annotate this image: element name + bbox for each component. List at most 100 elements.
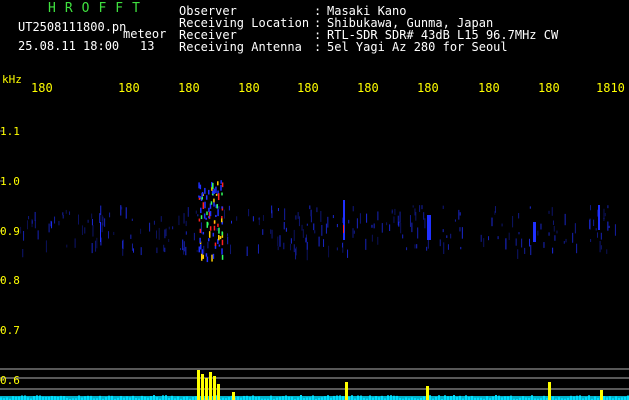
noise-streak [283,242,285,250]
x-tick-label: 180 [297,81,319,95]
noise-streak [552,220,554,225]
level-bar [120,395,122,400]
level-bar [579,395,581,400]
level-bar [450,395,452,400]
meteor-echo [200,253,203,261]
meteor-echo [211,254,213,262]
level-bar [576,395,578,400]
meteor-echo [221,239,224,246]
noise-streak [518,213,520,219]
noise-streak [548,210,550,214]
noise-streak [168,226,170,230]
noise-streak [397,215,399,226]
meteor-echo [207,222,209,226]
level-bar [351,395,353,400]
echo-line [427,215,431,240]
noise-streak [599,240,601,253]
noise-streak [140,228,142,234]
noise-streak [230,244,232,255]
noise-streak [306,223,308,226]
meteor-echo [210,201,213,205]
meteor-echo [206,211,208,216]
noise-streak [366,213,368,223]
noise-streak [31,220,33,224]
file-name: UT2508111800.pn [18,20,127,34]
level-bar [243,395,245,400]
noise-streak [156,247,158,254]
noise-streak [108,231,110,239]
noise-streak [285,229,287,232]
noise-streak [231,220,233,224]
level-bar [339,395,341,400]
spectrogram [0,130,629,400]
level-bar [348,396,350,400]
noise-streak [45,240,47,253]
noise-streak [461,227,463,239]
noise-streak [185,246,187,256]
noise-streak [459,212,461,216]
x-tick-label: 1810 [596,81,625,95]
noise-streak [530,245,532,256]
noise-streak [34,220,36,229]
level-bar [588,395,590,400]
noise-streak [133,248,135,253]
meteor-echo [213,220,216,224]
noise-streak [20,226,22,234]
level-bar [285,395,287,400]
noise-streak [377,236,379,245]
noise-streak [409,215,411,227]
noise-streak [248,209,250,217]
meteor-echo [200,215,203,220]
noise-streak [416,244,418,249]
noise-streak [564,213,566,226]
noise-streak [252,216,254,222]
level-bar [258,396,260,400]
x-tick-label: 180 [357,81,379,95]
meteor-echo [204,187,206,194]
meteor-echo [208,207,210,213]
noise-streak [277,246,279,251]
noise-streak [77,214,79,225]
noise-streak [417,227,419,239]
date-time: 25.08.11 18:00 [18,39,120,53]
noise-streak [158,227,160,240]
noise-streak [551,207,553,216]
level-bar [393,395,395,400]
x-tick-label: 180 [417,81,439,95]
meteor-echo [219,236,222,240]
level-bar [459,395,461,400]
noise-streak [293,244,295,253]
meteor-echo [215,186,217,194]
meteor-echo [198,197,201,200]
noise-streak [323,239,325,247]
noise-streak [310,209,312,217]
noise-streak [310,216,312,223]
noise-streak [371,234,373,242]
level-bar [12,396,14,400]
meteor-echo [220,185,222,191]
noise-streak [23,230,25,241]
level-bar [90,395,92,400]
noise-streak [104,218,106,227]
level-peak [217,384,220,400]
meteor-echo [221,254,224,260]
meteor-echo [216,204,219,209]
meteor-echo [204,201,206,209]
noise-streak [402,234,404,239]
level-bar [447,396,449,400]
noise-streak [284,208,286,221]
noise-streak [488,236,490,241]
noise-streak [223,209,225,219]
noise-streak [277,208,279,212]
noise-streak [37,230,39,240]
level-bar [237,396,239,400]
level-bar [429,395,431,400]
noise-streak [325,223,327,234]
noise-streak [321,224,323,236]
level-bar [60,395,62,400]
meteor-echo [205,195,208,200]
noise-streak [524,247,526,254]
meteor-echo [217,193,220,201]
echo-line [100,222,101,242]
level-bar [195,396,197,400]
